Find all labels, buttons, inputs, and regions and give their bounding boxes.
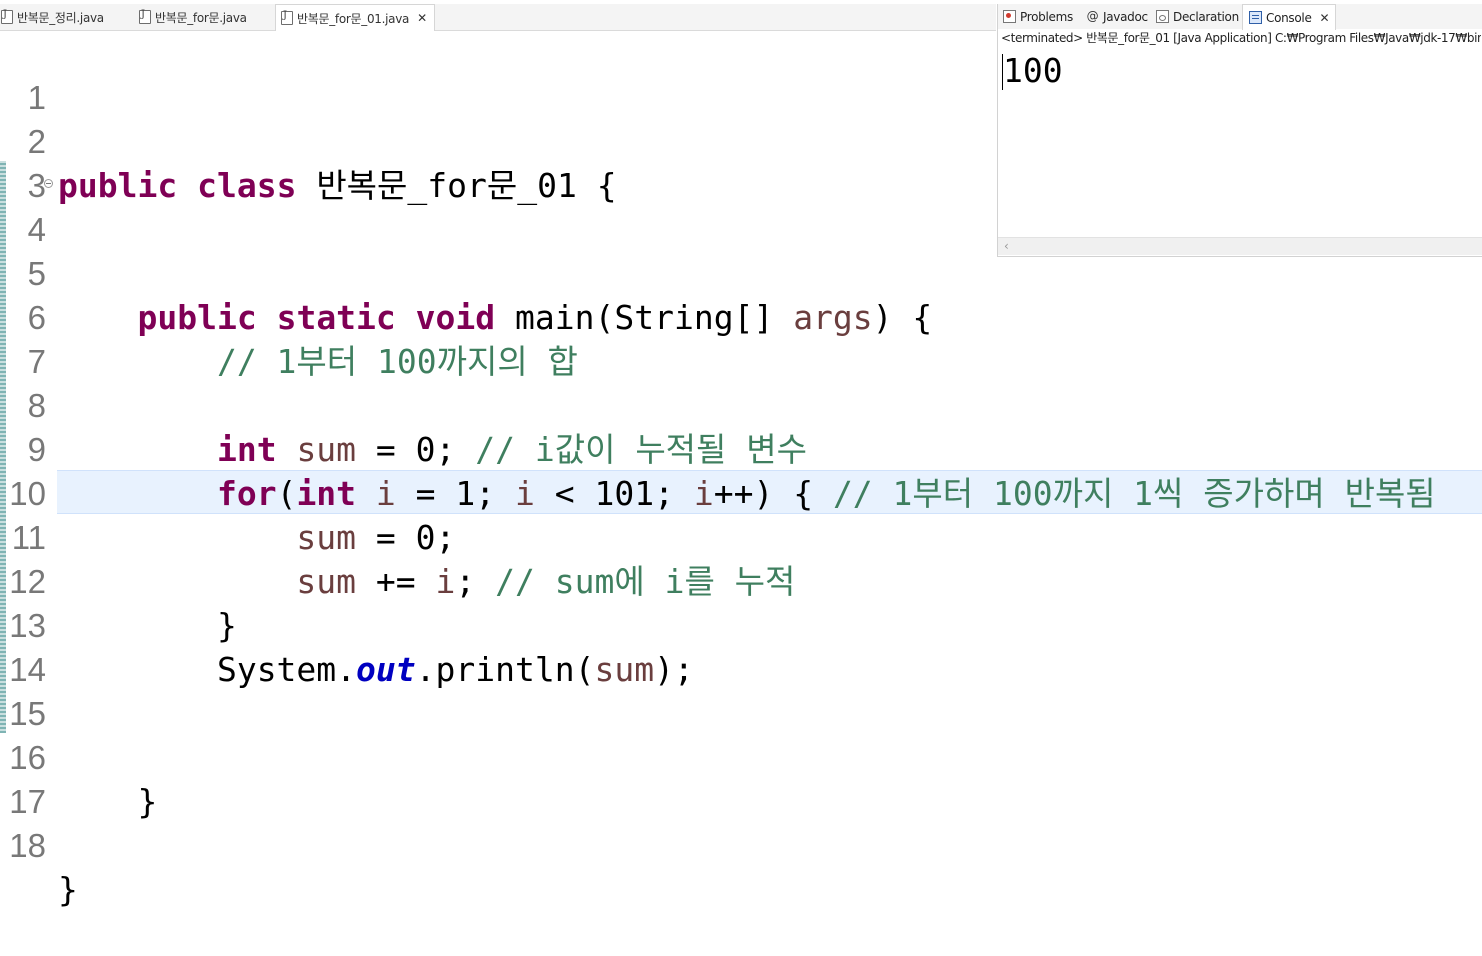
java-file-icon (1, 9, 13, 24)
problems-icon (1003, 10, 1016, 23)
code-line-current: 11 sum += i; // sum에 i를 누적 (0, 472, 1482, 601)
horizontal-scrollbar[interactable]: ‹ (998, 237, 1482, 255)
editor-tab[interactable]: 반복문_정리.java (0, 4, 130, 30)
code-text: } (58, 870, 78, 909)
editor-tab-label: 반복문_정리.java (17, 10, 104, 25)
code-line: 18 } (0, 780, 1482, 909)
tab-problems[interactable]: Problems (1003, 4, 1073, 29)
code-line: 13 System.out.println(sum); (0, 560, 1482, 689)
console-panel: Problems @ Javadoc Declaration Console ✕… (997, 4, 1482, 257)
code-line: 15 (0, 648, 1482, 732)
tab-label: Problems (1020, 9, 1073, 24)
code-line: 14 (0, 604, 1482, 688)
console-tab-bar: Problems @ Javadoc Declaration Console ✕ (998, 4, 1482, 30)
javadoc-icon: @ (1086, 9, 1099, 23)
editor-tab-label: 반복문_for문.java (155, 10, 247, 25)
tab-javadoc[interactable]: @ Javadoc (1086, 4, 1148, 29)
editor-tab-label: 반복문_for문_01.java (297, 11, 410, 26)
tab-label: Declaration (1173, 9, 1239, 24)
editor-tab-active[interactable]: 반복문_for문_01.java ✕ (275, 4, 435, 31)
code-line: 17 (0, 736, 1482, 820)
code-line: 12 } (0, 516, 1482, 645)
code-line: 19 (0, 824, 1482, 842)
fold-toggle-icon[interactable] (44, 179, 53, 188)
tab-declaration[interactable]: Declaration (1156, 4, 1239, 29)
tab-label: Console (1266, 10, 1312, 25)
code-line: 8 int sum = 0; // i값이 누적될 변수 (0, 340, 1482, 469)
editor-tab-bar: 반복문_정리.java 반복문_for문.java 반복문_for문_01.ja… (0, 4, 996, 31)
tab-console[interactable]: Console ✕ (1242, 4, 1337, 30)
java-file-icon (281, 10, 293, 25)
code-line: 16 } (0, 692, 1482, 821)
java-file-icon (139, 9, 151, 24)
console-output[interactable]: 100 (1003, 50, 1063, 92)
code-line: 10 sum = 0; (0, 428, 1482, 557)
declaration-icon (1156, 10, 1169, 23)
close-icon[interactable]: ✕ (417, 11, 427, 25)
close-icon[interactable]: ✕ (1320, 11, 1330, 25)
console-status: <terminated> 반복문_for문_01 [Java Applicati… (1001, 31, 1481, 45)
tab-label: Javadoc (1103, 9, 1148, 24)
code-line: 6 // 1부터 100까지의 합 (0, 252, 1482, 381)
editor-tab[interactable]: 반복문_for문.java (138, 4, 273, 30)
code-line: 9 for(int i = 1; i < 101; i++) { // 1부터 … (0, 384, 1482, 513)
scroll-left-icon[interactable]: ‹ (1004, 238, 1009, 255)
code-line: 7 (0, 296, 1482, 380)
console-icon (1249, 11, 1262, 24)
